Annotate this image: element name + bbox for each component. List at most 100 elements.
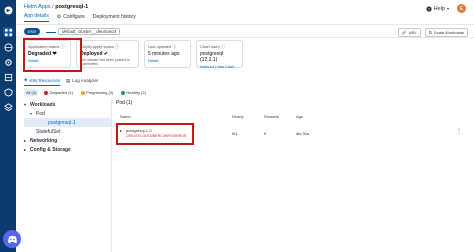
chevron-down-icon: ▾ [446,6,449,11]
tree-pod-label: Pod [36,110,45,117]
tree-pod-item-label: postgresql-1 [48,119,76,126]
last-updated-details-link[interactable]: Details [148,59,187,63]
devtron-logo-icon[interactable] [3,5,13,15]
pod-list-panel: Pod (1) Name Ready Restarts Age ▸ postgr… [116,100,466,145]
left-sidebar [0,0,21,252]
info-icon: ⓘ [220,44,225,49]
tree-statefulset-label: StatefulSet [36,128,61,135]
check-circle-icon: ✔ [103,51,109,57]
breadcrumb-helm-apps-link[interactable]: Helm Apps [24,4,51,10]
col-restarts: Restarts [264,114,279,119]
chart-used-value: postgresql (12.2.1) [200,51,224,63]
scale-workloads-button[interactable]: ⇅ Scale Workloads [424,28,468,37]
degraded-dot-icon [44,90,49,95]
filter-progressing[interactable]: Progressing (0) [79,89,115,96]
filter-degraded[interactable]: Degraded (1) [42,89,75,96]
tab-deployment-history[interactable]: Deployment history [93,13,136,22]
tree-networking-label: Networking [30,137,58,144]
healthy-dot-icon [121,90,126,95]
tree-workloads-label: Workloads [30,101,56,108]
cube-icon: ◈ [24,77,28,82]
environment-selector[interactable]: default_cluster__devtroncd [58,28,121,35]
tree-pod[interactable]: ▾ Pod [24,109,111,118]
log-icon: ▤ [65,77,71,83]
view-chart-link[interactable]: View Chart [217,65,234,69]
filter-progressing-label: Progressing (0) [86,90,114,95]
tab-configure-label: Configure [63,13,85,20]
last-updated-value: 5 minutes ago [148,51,180,57]
gear-icon[interactable] [3,57,13,67]
tab-k8s-resources[interactable]: ◈ K8s Resources [24,77,60,86]
env-connector [46,32,56,33]
tree-config-storage[interactable]: ▸ Config & Storage [24,145,111,154]
info-icon: ⓘ [115,44,120,49]
security-shield-icon[interactable] [3,87,13,97]
filter-healthy-label: Healthy (2) [126,90,146,95]
globe-icon[interactable] [3,42,13,52]
tab-deployment-history-label: Deployment history [92,13,136,20]
help-label: Help [433,5,445,12]
tab-app-details-label: App details [24,13,49,19]
col-ready: Ready [232,114,244,119]
status-filters: All (3) Degraded (1) Progressing (0) Hea… [24,89,148,96]
tree-networking[interactable]: ▸ Networking [24,136,111,145]
svg-text:?: ? [428,7,430,11]
col-name: Name [120,114,131,119]
chart-used-card: Chart used ⓘ postgresql (12.2.1) Notes.t… [196,40,243,69]
tab-log-analyzer-label: Log Analyzer [72,78,99,83]
breadcrumb-separator: / [52,4,54,10]
link-icon: 🔗 [401,30,407,35]
urls-button[interactable]: 🔗 URL [397,28,421,37]
pod-ready: 0/1 [232,131,238,136]
filter-all-label: All (3) [26,90,37,95]
app-tabs: App details ⚙ Configure Deployment histor… [24,13,136,22]
pod-age: 4m 31s [296,131,310,136]
filter-healthy[interactable]: Healthy (2) [119,89,148,96]
stack-icon[interactable] [3,102,13,112]
help-button[interactable]: ? Help ▾ [426,6,449,12]
tree-statefulset[interactable]: StatefulSet [24,127,111,136]
progressing-dot-icon [81,90,86,95]
tab-app-details[interactable]: App details [24,13,49,22]
config-status-label: Config apply status [80,44,115,49]
last-updated-card: Last updated ⓘ 5 minutes ago Details [144,40,191,68]
gear-icon: ⚙ [56,13,62,20]
urls-label: URL [408,30,417,35]
help-circle-icon: ? [426,5,432,12]
environment-bar: ENV default_cluster__devtroncd 🔗 URL ⇅ Sca… [16,24,474,38]
config-status-value: Deployed [80,51,103,57]
resource-tree: ▾ Workloads ▾ Pod postgresql-1 StatefulSet… [24,100,112,252]
filter-all[interactable]: All (3) [24,89,39,96]
tab-log-analyzer[interactable]: ▤ Log Analyzer [66,77,98,86]
chart-used-label: Chart used [200,44,220,49]
more-vertical-icon[interactable]: ⋮ [456,128,462,135]
config-apply-status-card: Config apply status ⓘ Deployed ✔ The rel… [76,40,139,68]
env-badge: ENV [24,28,41,35]
apps-grid-icon[interactable] [3,27,13,37]
config-status-subtext: The release has been pushed to Kubernete… [80,58,131,66]
tab-k8s-resources-label: K8s Resources [29,77,60,83]
notes-link[interactable]: Notes.txt [200,65,214,69]
header-actions: 🔗 URL ⇅ Scale Workloads [397,28,468,37]
scale-workloads-label: Scale Workloads [434,30,464,35]
breadcrumb-current: postgresql-1 [55,4,89,10]
pod-list-title: Pod (1) [116,100,133,106]
tree-config-storage-label: Config & Storage [30,146,71,153]
tree-workloads[interactable]: ▾ Workloads [24,100,111,109]
last-updated-label: Last updated [148,44,172,49]
highlight-box-app-status [23,38,82,72]
col-age: Age [296,114,304,119]
avatar[interactable]: E [457,4,466,13]
main-area: Helm Apps / postgresql-1 ? Help ▾ E App … [16,0,474,252]
pod-restarts: 0 [264,131,267,136]
filter-degraded-label: Degraded (1) [49,90,74,95]
resource-subtabs: ◈ K8s Resources ▤ Log Analyzer [24,77,98,86]
highlight-box-pod [116,123,194,145]
info-icon: ⓘ [172,44,177,49]
tab-configure[interactable]: ⚙ Configure [57,13,85,22]
top-right-controls: ? Help ▾ E [426,4,466,13]
scale-icon: ⇅ [428,30,433,35]
tree-pod-postgresql-1[interactable]: postgresql-1 [24,118,111,127]
status-cards: Application status ⓘ Degraded ❤ Details … [24,40,466,70]
chart-store-icon[interactable] [3,72,13,82]
